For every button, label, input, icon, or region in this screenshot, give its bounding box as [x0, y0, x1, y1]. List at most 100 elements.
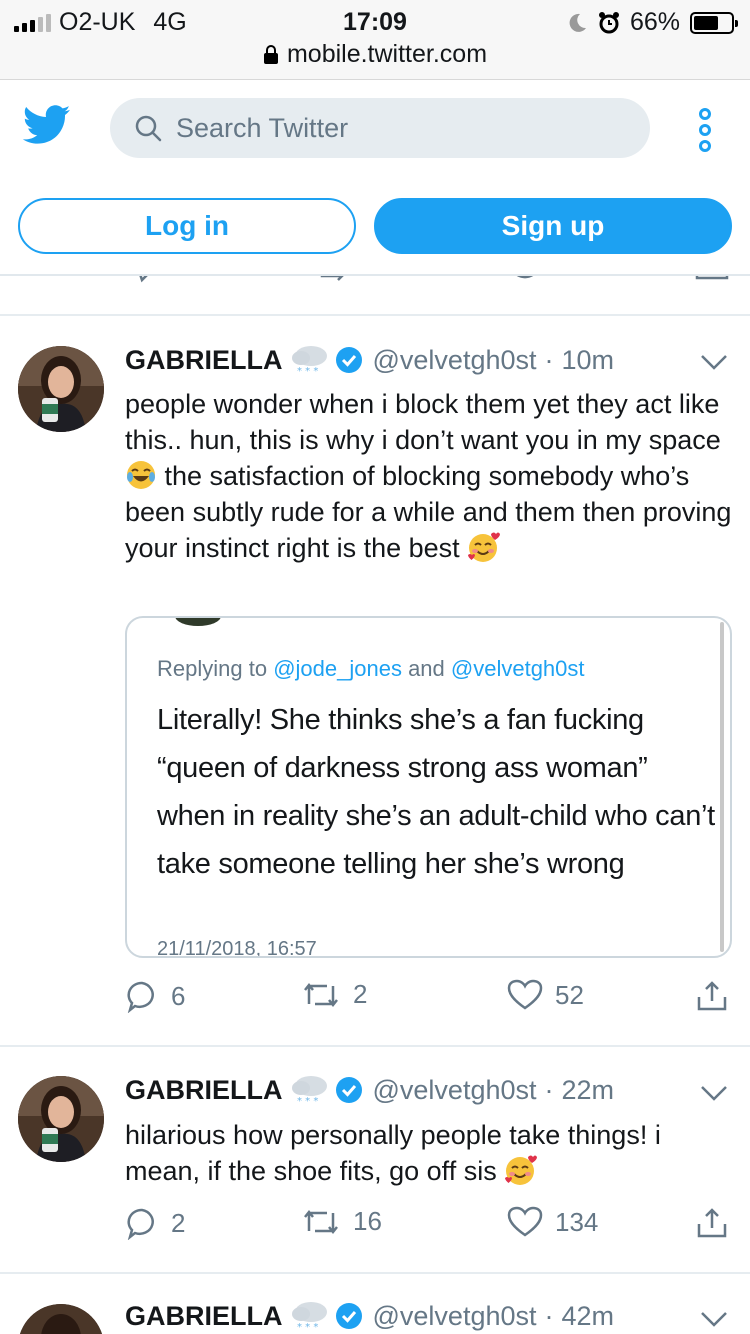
alarm-icon: [598, 11, 619, 33]
share-action[interactable]: [695, 979, 729, 1013]
mention-link[interactable]: @velvetgh0st: [451, 656, 585, 681]
avatar-image: [18, 1304, 104, 1334]
heart-icon: [507, 1206, 543, 1237]
smiling-hearts-emoji: [505, 1155, 538, 1185]
heart-icon: [507, 979, 543, 1010]
like-action[interactable]: 52: [507, 979, 584, 1011]
user-name[interactable]: GABRIELLA: [125, 345, 283, 376]
tears-of-joy-emoji: [127, 461, 155, 489]
like-count: 134: [555, 1206, 599, 1237]
retweet-icon[interactable]: [318, 276, 358, 290]
replying-and: and: [401, 656, 451, 681]
tweet[interactable]: GABRIELLA * * * @velvetgh0st · 42m: [0, 1276, 750, 1334]
tweet-text: hilarious how personally people take thi…: [125, 1117, 735, 1189]
like-count: 52: [555, 979, 584, 1010]
user-handle[interactable]: @velvetgh0st: [373, 1075, 537, 1106]
svg-text:* * *: * * *: [297, 1096, 318, 1106]
chevron-down-icon[interactable]: [700, 353, 728, 371]
replying-to: Replying to @jode_jones and @velvetgh0st: [157, 656, 585, 682]
chevron-down-icon[interactable]: [700, 1084, 728, 1102]
status-right: 66%: [566, 8, 738, 37]
reply-icon: [127, 1208, 154, 1240]
previous-tweet-actions: [0, 276, 750, 316]
retweet-count: 2: [353, 979, 368, 1009]
svg-text:* * *: * * *: [297, 366, 318, 376]
share-icon[interactable]: [694, 276, 734, 288]
search-input[interactable]: [176, 112, 596, 144]
like-icon[interactable]: [505, 276, 545, 290]
separator: ·: [544, 1300, 554, 1331]
reply-action[interactable]: 2: [125, 1206, 185, 1240]
verified-badge-icon: [335, 1303, 362, 1329]
retweet-action[interactable]: 16: [301, 1206, 382, 1237]
user-handle[interactable]: @velvetgh0st: [373, 1301, 537, 1332]
quoted-tweet[interactable]: Replying to @jode_jones and @velvetgh0st…: [125, 616, 732, 958]
avatar[interactable]: [18, 346, 104, 432]
tweet[interactable]: GABRIELLA * * * @velvetgh0st · 22m hilar…: [0, 1047, 750, 1274]
status-bar: O2-UK 4G 17:09 66% mobile.twitter.com: [0, 0, 750, 80]
reply-action[interactable]: 6: [125, 979, 185, 1013]
tweet-header: GABRIELLA * * * @velvetgh0st · 42m: [125, 1300, 615, 1333]
like-action[interactable]: 134: [507, 1206, 598, 1238]
verified-badge-icon: [335, 347, 362, 373]
snow-cloud-emoji: * * *: [291, 1076, 327, 1106]
tweet-time[interactable]: 22m: [562, 1075, 615, 1106]
signup-button[interactable]: Sign up: [374, 198, 732, 254]
share-action[interactable]: [695, 1206, 729, 1240]
tweet-time[interactable]: 42m: [562, 1301, 615, 1332]
moon-icon: [569, 13, 586, 32]
more-options-icon[interactable]: [690, 108, 720, 152]
share-icon: [697, 1208, 727, 1238]
tweet-actions: 6 2 52: [125, 979, 735, 1019]
search-icon: [135, 115, 162, 142]
reply-count: 6: [171, 980, 186, 1011]
share-icon: [697, 981, 727, 1011]
user-handle[interactable]: @velvetgh0st: [373, 345, 537, 376]
avatar[interactable]: [18, 1304, 104, 1334]
tweet-text-part: hilarious how personally people take thi…: [125, 1120, 661, 1186]
login-button[interactable]: Log in: [18, 198, 356, 254]
avatar[interactable]: [18, 1076, 104, 1162]
reply-count: 2: [171, 1207, 186, 1238]
retweet-icon: [304, 1209, 338, 1234]
battery-percent: 66%: [629, 8, 680, 36]
tweet-text: people wonder when i block them yet they…: [125, 386, 735, 566]
separator: ·: [544, 344, 554, 375]
url-bar[interactable]: mobile.twitter.com: [0, 40, 750, 69]
replying-label: Replying to: [157, 656, 274, 681]
reply-icon[interactable]: [130, 276, 170, 288]
quoted-date: 21/11/2018, 16:57: [157, 938, 317, 958]
twitter-bird-icon[interactable]: [22, 105, 72, 145]
tweet-header: GABRIELLA * * * @velvetgh0st · 22m: [125, 1074, 615, 1107]
snow-cloud-emoji: * * *: [291, 346, 327, 376]
mention-link[interactable]: @jode_jones: [273, 656, 402, 681]
snow-cloud-emoji: * * *: [291, 1302, 327, 1332]
avatar-image: [18, 1076, 104, 1162]
tweet-header: GABRIELLA * * * @velvetgh0st · 10m: [125, 344, 615, 377]
twitter-header: Log in Sign up: [0, 80, 750, 276]
svg-text:* * *: * * *: [297, 1322, 318, 1332]
tweet-actions: 2 16 134: [125, 1206, 735, 1246]
url-text: mobile.twitter.com: [286, 40, 488, 68]
verified-badge-icon: [335, 1077, 362, 1103]
lock-icon: [263, 44, 278, 64]
user-name[interactable]: GABRIELLA: [125, 1301, 283, 1332]
quoted-text: Literally! She thinks she’s a fan fuckin…: [157, 704, 715, 880]
retweet-icon: [304, 982, 338, 1007]
tweet-text-part: the satisfaction of blocking somebody wh…: [125, 461, 732, 563]
avatar-image: [18, 346, 104, 432]
tweet-time[interactable]: 10m: [562, 345, 615, 376]
smiling-hearts-emoji: [468, 532, 501, 562]
reply-icon: [127, 981, 154, 1013]
quoted-avatar-fragment: [175, 618, 221, 626]
tweet-text-part: people wonder when i block them yet they…: [125, 389, 721, 455]
scrollbar: [720, 622, 724, 952]
separator: ·: [544, 1074, 554, 1105]
chevron-down-icon[interactable]: [700, 1310, 728, 1328]
search-bar[interactable]: [110, 98, 650, 158]
user-name[interactable]: GABRIELLA: [125, 1075, 283, 1106]
retweet-count: 16: [353, 1206, 382, 1236]
battery-icon: [690, 11, 738, 34]
tweet[interactable]: GABRIELLA * * * @velvetgh0st · 10m peopl…: [0, 316, 750, 1047]
retweet-action[interactable]: 2: [301, 979, 367, 1010]
